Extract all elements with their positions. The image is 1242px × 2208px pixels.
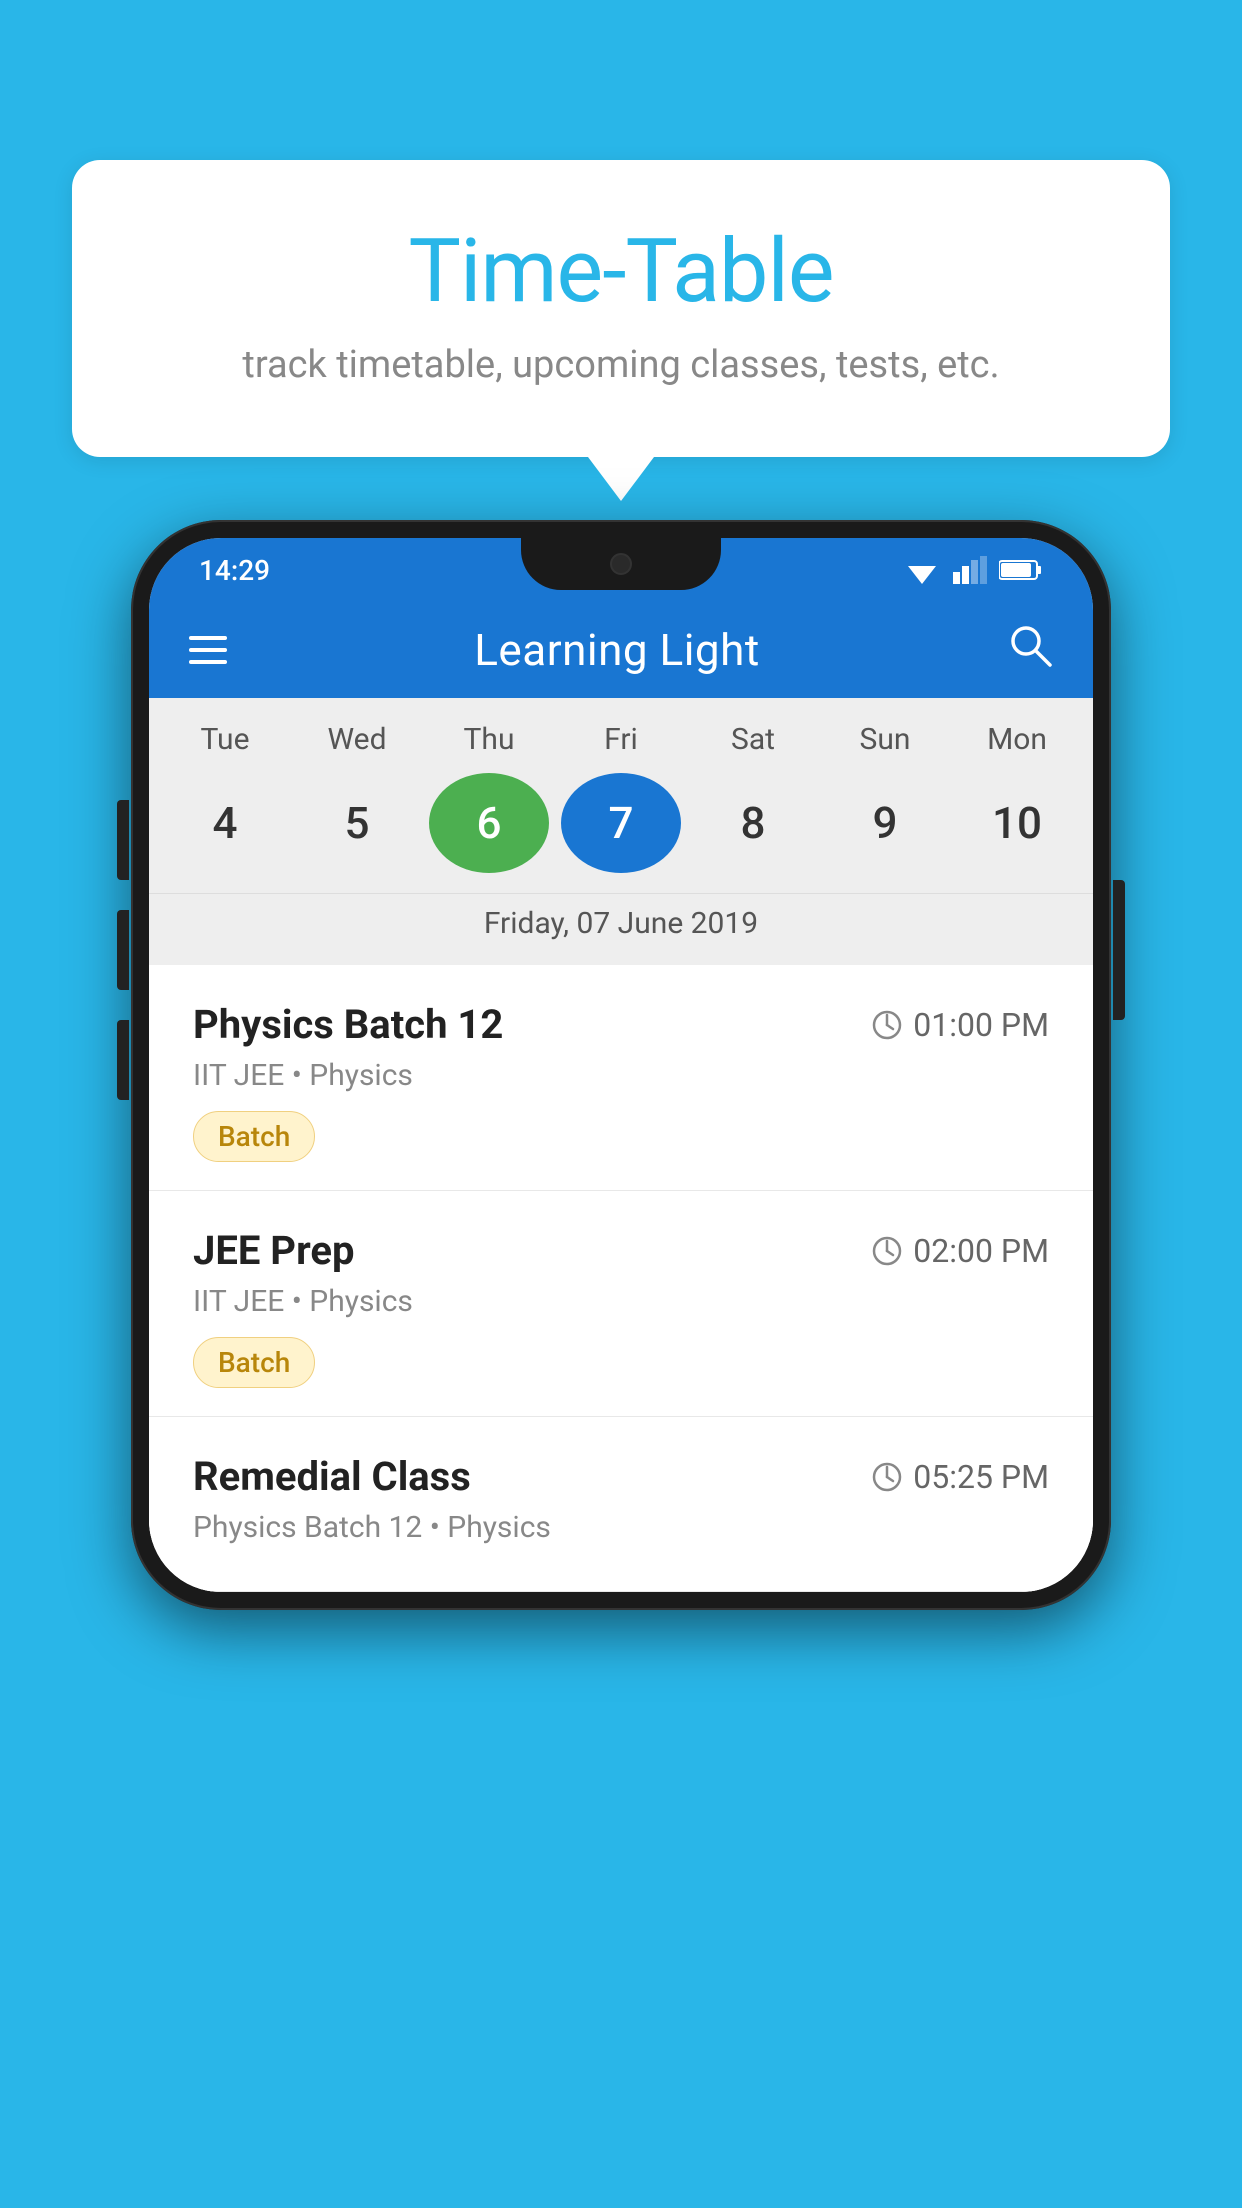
day-7-selected[interactable]: 7: [561, 773, 681, 873]
schedule-subtitle-1: IIT JEE • Physics: [193, 1058, 1049, 1093]
day-numbers: 4 5 6 7 8 9 10: [149, 773, 1093, 873]
app-bar-title: Learning Light: [474, 624, 760, 676]
schedule-item-2[interactable]: JEE Prep 02:00 PM IIT JEE • Physics Batc…: [149, 1191, 1093, 1417]
schedule-time-2: 02:00 PM: [871, 1232, 1049, 1270]
calendar-strip: Tue Wed Thu Fri Sat Sun Mon 4 5 6 7 8 9 …: [149, 698, 1093, 965]
camera-dot: [610, 553, 632, 575]
schedule-subtitle-3: Physics Batch 12 • Physics: [193, 1510, 1049, 1545]
clock-icon-3: [871, 1461, 903, 1493]
schedule-time-1: 01:00 PM: [871, 1006, 1049, 1044]
menu-line-3: [189, 660, 227, 664]
day-header-wed: Wed: [297, 722, 417, 757]
schedule-subtitle-2: IIT JEE • Physics: [193, 1284, 1049, 1319]
status-bar: 14:29: [149, 538, 1093, 602]
app-bar: Learning Light: [149, 602, 1093, 698]
schedule-title-3: Remedial Class: [193, 1453, 471, 1500]
clock-icon-2: [871, 1235, 903, 1267]
schedule-time-text-2: 02:00 PM: [913, 1232, 1049, 1270]
day-header-sat: Sat: [693, 722, 813, 757]
tooltip-card: Time-Table track timetable, upcoming cla…: [72, 160, 1170, 457]
schedule-item-1[interactable]: Physics Batch 12 01:00 PM IIT JEE • Phys…: [149, 965, 1093, 1191]
day-header-fri: Fri: [561, 722, 681, 757]
day-headers: Tue Wed Thu Fri Sat Sun Mon: [149, 722, 1093, 757]
schedule-time-3: 05:25 PM: [871, 1458, 1049, 1496]
menu-icon[interactable]: [189, 636, 227, 664]
day-header-tue: Tue: [165, 722, 285, 757]
day-header-thu: Thu: [429, 722, 549, 757]
search-icon[interactable]: [1007, 622, 1053, 679]
day-header-sun: Sun: [825, 722, 945, 757]
schedule-item-1-header: Physics Batch 12 01:00 PM: [193, 1001, 1049, 1048]
day-5[interactable]: 5: [297, 773, 417, 873]
clock-icon-1: [871, 1009, 903, 1041]
schedule-time-text-1: 01:00 PM: [913, 1006, 1049, 1044]
day-8[interactable]: 8: [693, 773, 813, 873]
tooltip-subtitle: track timetable, upcoming classes, tests…: [152, 343, 1090, 387]
day-9[interactable]: 9: [825, 773, 945, 873]
phone-screen: 14:29: [149, 538, 1093, 1592]
status-time: 14:29: [199, 554, 270, 587]
schedule-item-3[interactable]: Remedial Class 05:25 PM Physics Batch 12…: [149, 1417, 1093, 1592]
schedule-list: Physics Batch 12 01:00 PM IIT JEE • Phys…: [149, 965, 1093, 1592]
phone-mockup: 14:29: [131, 520, 1111, 1610]
notch: [521, 538, 721, 590]
menu-line-2: [189, 648, 227, 652]
wifi-icon: [903, 556, 941, 584]
day-6-today[interactable]: 6: [429, 773, 549, 873]
phone-outer: 14:29: [131, 520, 1111, 1610]
batch-badge-1: Batch: [193, 1111, 315, 1162]
selected-date-label: Friday, 07 June 2019: [149, 893, 1093, 965]
schedule-title-2: JEE Prep: [193, 1227, 354, 1274]
menu-line-1: [189, 636, 227, 640]
schedule-item-2-header: JEE Prep 02:00 PM: [193, 1227, 1049, 1274]
batch-badge-2: Batch: [193, 1337, 315, 1388]
signal-icon: [953, 556, 987, 584]
day-header-mon: Mon: [957, 722, 1077, 757]
tooltip-title: Time-Table: [152, 220, 1090, 323]
day-10[interactable]: 10: [957, 773, 1077, 873]
schedule-time-text-3: 05:25 PM: [913, 1458, 1049, 1496]
day-4[interactable]: 4: [165, 773, 285, 873]
status-icons: [903, 556, 1043, 584]
schedule-item-3-header: Remedial Class 05:25 PM: [193, 1453, 1049, 1500]
schedule-title-1: Physics Batch 12: [193, 1001, 503, 1048]
battery-icon: [999, 559, 1043, 581]
